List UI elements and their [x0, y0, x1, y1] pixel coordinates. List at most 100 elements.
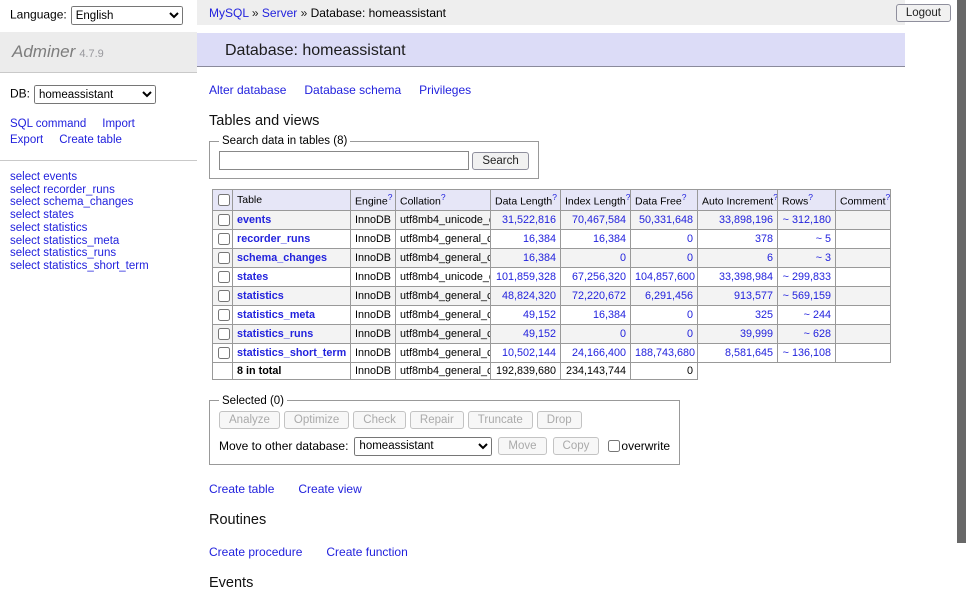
cell-index-length[interactable]: 72,220,672 [561, 286, 631, 305]
row-checkbox-schema-changes[interactable] [218, 252, 230, 264]
cell-data-length[interactable]: 101,859,328 [491, 267, 561, 286]
cell-data-length[interactable]: 31,522,816 [491, 210, 561, 229]
logout-button[interactable]: Logout [896, 4, 951, 22]
create-function-link[interactable]: Create function [326, 545, 407, 559]
table-name-link-recorder-runs[interactable]: recorder_runs [237, 233, 310, 245]
sidebar-item-select-statistics[interactable]: select statistics [10, 222, 197, 235]
cell-rows[interactable]: ~ 136,108 [778, 343, 836, 362]
table-name-link-statistics-meta[interactable]: statistics_meta [237, 309, 315, 321]
cell-data-free[interactable]: 0 [631, 324, 698, 343]
cell-index-length[interactable]: 67,256,320 [561, 267, 631, 286]
help-link[interactable]: ? [388, 192, 393, 202]
truncate-button[interactable]: Truncate [468, 411, 533, 429]
row-checkbox-statistics-runs[interactable] [218, 328, 230, 340]
scrollbar[interactable] [957, 0, 966, 543]
cell-rows[interactable]: ~ 5 [778, 229, 836, 248]
help-link[interactable]: ? [552, 192, 557, 202]
link-database-schema[interactable]: Database schema [304, 83, 401, 97]
db-select[interactable]: homeassistant [34, 85, 156, 104]
row-checkbox-statistics[interactable] [218, 290, 230, 302]
move-button[interactable]: Move [498, 437, 546, 455]
cell-auto-increment[interactable]: 325 [698, 305, 778, 324]
cell-index-length[interactable]: 16,384 [561, 229, 631, 248]
cell-data-free[interactable]: 0 [631, 248, 698, 267]
sidebar-item-select-statistics-meta[interactable]: select statistics_meta [10, 235, 197, 248]
breadcrumb-link-mysql[interactable]: MySQL [209, 6, 249, 20]
cell-auto-increment[interactable]: 913,577 [698, 286, 778, 305]
cell-data-length[interactable]: 49,152 [491, 305, 561, 324]
analyze-button[interactable]: Analyze [219, 411, 280, 429]
select-all-checkbox[interactable] [218, 194, 230, 206]
cell-auto-increment[interactable]: 8,581,645 [698, 343, 778, 362]
overwrite-checkbox[interactable] [608, 440, 620, 452]
cell-auto-increment[interactable]: 378 [698, 229, 778, 248]
cell-index-length[interactable]: 0 [561, 324, 631, 343]
create-table-link[interactable]: Create table [209, 482, 274, 496]
cell-rows[interactable]: ~ 312,180 [778, 210, 836, 229]
language-select[interactable]: English [71, 6, 183, 25]
cell-index-length[interactable]: 16,384 [561, 305, 631, 324]
search-button[interactable]: Search [472, 152, 528, 170]
cell-rows[interactable]: ~ 244 [778, 305, 836, 324]
cell-auto-increment[interactable]: 33,898,196 [698, 210, 778, 229]
help-link[interactable]: ? [626, 192, 631, 202]
help-link[interactable]: ? [682, 192, 687, 202]
row-checkbox-recorder-runs[interactable] [218, 233, 230, 245]
repair-button[interactable]: Repair [410, 411, 464, 429]
cell-data-length[interactable]: 48,824,320 [491, 286, 561, 305]
cell-data-free[interactable]: 50,331,648 [631, 210, 698, 229]
sidebar-item-select-events[interactable]: select events [10, 171, 197, 184]
row-checkbox-events[interactable] [218, 214, 230, 226]
sidebar-item-select-statistics-short-term[interactable]: select statistics_short_term [10, 260, 197, 273]
sidebar-link-create-table[interactable]: Create table [59, 134, 122, 146]
sidebar-link-import[interactable]: Import [102, 118, 135, 130]
cell-auto-increment[interactable]: 39,999 [698, 324, 778, 343]
sidebar-item-select-schema-changes[interactable]: select schema_changes [10, 196, 197, 209]
optimize-button[interactable]: Optimize [284, 411, 349, 429]
table-name-link-statistics-short-term[interactable]: statistics_short_term [237, 347, 346, 359]
cell-data-length[interactable]: 16,384 [491, 229, 561, 248]
cell-rows[interactable]: ~ 299,833 [778, 267, 836, 286]
help-link[interactable]: ? [808, 192, 813, 202]
sidebar-link-export[interactable]: Export [10, 134, 43, 146]
move-db-select[interactable]: homeassistant [354, 437, 492, 456]
table-name-link-events[interactable]: events [237, 214, 271, 226]
help-link[interactable]: ? [441, 192, 446, 202]
cell-data-length[interactable]: 49,152 [491, 324, 561, 343]
row-checkbox-statistics-short-term[interactable] [218, 347, 230, 359]
cell-rows[interactable]: ~ 3 [778, 248, 836, 267]
cell-index-length[interactable]: 0 [561, 248, 631, 267]
check-button[interactable]: Check [353, 411, 406, 429]
sidebar-link-sql-command[interactable]: SQL command [10, 118, 86, 130]
cell-data-free[interactable]: 188,743,680 [631, 343, 698, 362]
drop-button[interactable]: Drop [537, 411, 582, 429]
cell-rows[interactable]: ~ 569,159 [778, 286, 836, 305]
link-privileges[interactable]: Privileges [419, 83, 471, 97]
help-link[interactable]: ? [773, 192, 777, 202]
cell-data-free[interactable]: 6,291,456 [631, 286, 698, 305]
cell-data-free[interactable]: 0 [631, 305, 698, 324]
row-checkbox-states[interactable] [218, 271, 230, 283]
cell-index-length[interactable]: 24,166,400 [561, 343, 631, 362]
cell-data-length[interactable]: 10,502,144 [491, 343, 561, 362]
cell-index-length[interactable]: 70,467,584 [561, 210, 631, 229]
help-link[interactable]: ? [886, 192, 891, 202]
copy-button[interactable]: Copy [553, 437, 600, 455]
breadcrumb-link-server[interactable]: Server [262, 6, 297, 20]
table-name-link-statistics-runs[interactable]: statistics_runs [237, 328, 313, 340]
cell-data-free[interactable]: 104,857,600 [631, 267, 698, 286]
cell-data-length[interactable]: 16,384 [491, 248, 561, 267]
sidebar-item-select-statistics-runs[interactable]: select statistics_runs [10, 247, 197, 260]
cell-auto-increment[interactable]: 6 [698, 248, 778, 267]
sidebar-item-select-recorder-runs[interactable]: select recorder_runs [10, 184, 197, 197]
create-view-link[interactable]: Create view [298, 482, 361, 496]
cell-data-free[interactable]: 0 [631, 229, 698, 248]
search-input[interactable] [219, 151, 469, 170]
cell-auto-increment[interactable]: 33,398,984 [698, 267, 778, 286]
table-name-link-statistics[interactable]: statistics [237, 290, 284, 302]
create-procedure-link[interactable]: Create procedure [209, 545, 302, 559]
cell-rows[interactable]: ~ 628 [778, 324, 836, 343]
link-alter-database[interactable]: Alter database [209, 83, 286, 97]
row-checkbox-statistics-meta[interactable] [218, 309, 230, 321]
sidebar-item-select-states[interactable]: select states [10, 209, 197, 222]
